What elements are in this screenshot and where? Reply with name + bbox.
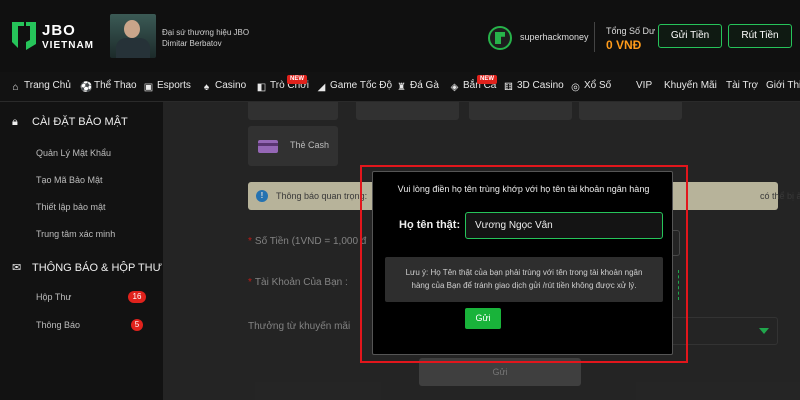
nav-label: Thể Thao <box>94 80 137 91</box>
notice-count-badge: 5 <box>131 319 143 331</box>
sidebar-item-security-code[interactable]: Tạo Mã Bảo Mật <box>36 175 103 185</box>
mail-icon: ✉ <box>12 262 22 274</box>
sidebar-item-security-settings[interactable]: Thiết lập bảo mật <box>36 202 106 212</box>
nav-item-cockfight[interactable]: ♜ Đá Gà <box>396 80 439 93</box>
balance-label: Tổng Số Dư <box>606 26 656 36</box>
brand-line2: VIETNAM <box>42 40 94 51</box>
fish-icon: ◈ <box>450 82 459 93</box>
nav-item-esports[interactable]: ▣ Esports <box>143 80 191 93</box>
nav-item-vip[interactable]: VIP <box>636 80 652 91</box>
messages-heading-label: THÔNG BÁO & HỘP THƯ <box>32 262 163 274</box>
ambassador-banner[interactable]: Đại sứ thương hiệu JBO Dimitar Berbatov <box>110 14 270 58</box>
lottery-icon: ◎ <box>571 82 580 93</box>
brand-line1: JBO <box>42 22 76 39</box>
nav-item-sports[interactable]: ⚽ Thể Thao <box>80 80 137 93</box>
dice-icon: ⚅ <box>504 82 513 93</box>
nav-item-games[interactable]: ◧ Trò Chơi NEW <box>256 75 309 93</box>
withdraw-button[interactable]: Rút Tiền <box>728 24 792 48</box>
new-badge: NEW <box>477 75 497 84</box>
nav-item-sponsorship[interactable]: Tài Trợ <box>726 80 758 91</box>
jbo-logo-mark-icon <box>12 22 36 50</box>
nav-item-casino[interactable]: ♠ Casino <box>201 80 246 93</box>
avatar <box>488 26 512 50</box>
highlight-frame <box>360 165 688 363</box>
cards-icon: ♠ <box>203 82 210 93</box>
header-divider <box>594 22 595 52</box>
gamepad-icon: ▣ <box>143 82 154 93</box>
main-nav: ⌂ Trang Chủ ⚽ Thể Thao ▣ Esports ♠ Casino ◧ T… <box>0 72 800 102</box>
ambassador-line2: Dimitar Berbatov <box>162 39 222 48</box>
nav-label: Esports <box>157 80 191 91</box>
nav-label: Game Tốc Độ <box>330 80 393 91</box>
nav-label: Xổ Số <box>584 80 612 91</box>
username: superhackmoney <box>520 32 589 42</box>
security-heading: 🔒︎ CÀI ĐẶT BẢO MẬT <box>12 116 128 129</box>
sidebar-item-password[interactable]: Quản Lý Mật Khẩu <box>36 148 111 158</box>
security-heading-label: CÀI ĐẶT BẢO MẬT <box>32 116 128 128</box>
nav-label: Đá Gà <box>410 80 439 91</box>
nav-item-home[interactable]: ⌂ Trang Chủ <box>10 80 71 93</box>
nav-item-lottery[interactable]: ◎ Xổ Số <box>570 80 611 93</box>
balance-value: 0 VNĐ <box>606 38 642 52</box>
sidebar-item-verification[interactable]: Trung tâm xác minh <box>36 229 115 239</box>
header: JBO VIETNAM Đại sứ thương hiệu JBO Dimit… <box>0 0 800 72</box>
sidebar: 🔒︎ CÀI ĐẶT BẢO MẬT Quản Lý Mật Khẩu Tạo M… <box>0 102 163 400</box>
nav-item-3d-casino[interactable]: ⚅ 3D Casino <box>503 80 564 93</box>
page-root: JBO VIETNAM Đại sứ thương hiệu JBO Dimit… <box>0 0 800 400</box>
new-badge: NEW <box>287 75 307 84</box>
nav-label: Trang Chủ <box>24 80 71 91</box>
nav-label: Casino <box>215 80 247 91</box>
nav-item-about[interactable]: Giới Thi <box>766 80 800 91</box>
slot-icon: ◧ <box>256 82 267 93</box>
speed-icon: ◢ <box>317 82 326 93</box>
sidebar-item-inbox[interactable]: Hộp Thư <box>36 292 71 302</box>
inbox-count-badge: 16 <box>128 291 146 303</box>
lock-icon: 🔒︎ <box>12 116 18 128</box>
soccer-ball-icon: ⚽ <box>80 82 93 93</box>
home-icon: ⌂ <box>12 82 19 93</box>
nav-label: 3D Casino <box>517 80 564 91</box>
ambassador-photo <box>110 14 156 58</box>
rooster-icon: ♜ <box>397 82 406 93</box>
ambassador-line1: Đại sứ thương hiệu JBO <box>162 28 250 37</box>
messages-heading: ✉ THÔNG BÁO & HỘP THƯ <box>12 261 162 274</box>
jbo-logo[interactable]: JBO VIETNAM <box>10 18 102 58</box>
nav-item-promotions[interactable]: Khuyến Mãi <box>664 80 717 91</box>
nav-item-fishing[interactable]: ◈ Bắn Cá NEW <box>449 75 497 93</box>
deposit-button[interactable]: Gửi Tiền <box>658 24 722 48</box>
nav-item-speed-games[interactable]: ◢ Game Tốc Độ <box>316 80 392 93</box>
sidebar-item-notices[interactable]: Thông Báo <box>36 320 80 330</box>
